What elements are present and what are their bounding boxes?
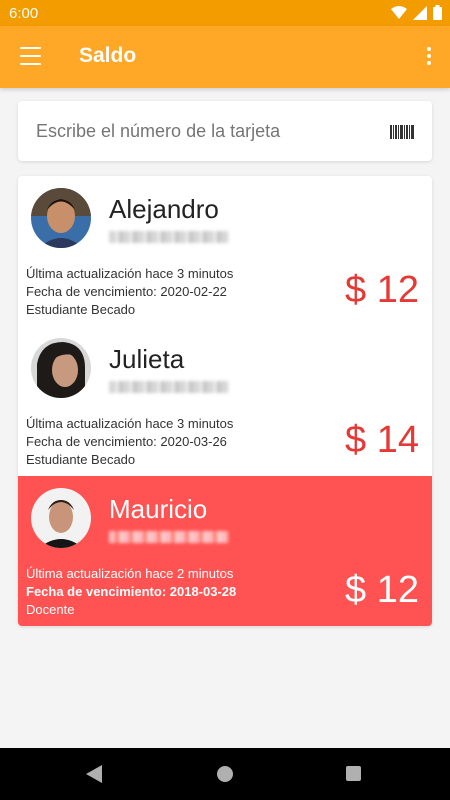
card-number-search[interactable]: Escribe el número de la tarjeta — [18, 101, 432, 161]
search-input[interactable]: Escribe el número de la tarjeta — [36, 121, 280, 142]
card-holder-name: Alejandro — [109, 194, 219, 224]
balance-amount: $ 12 — [345, 569, 419, 611]
blurred-card-number — [109, 531, 229, 543]
home-icon[interactable] — [217, 766, 233, 782]
status-bar: 6:00 — [0, 0, 450, 26]
card-info: Última actualización hace 3 minutos Fech… — [26, 265, 233, 319]
recent-apps-icon[interactable] — [346, 766, 361, 781]
page-title: Saldo — [79, 44, 137, 67]
signal-icon — [413, 5, 427, 20]
more-options-icon[interactable] — [426, 47, 432, 67]
card-holder-name: Mauricio — [109, 494, 208, 524]
balance-card[interactable]: Alejandro Última actualización hace 3 mi… — [18, 176, 432, 326]
card-info: Última actualización hace 3 minutos Fech… — [26, 415, 233, 469]
card-holder-name: Julieta — [109, 344, 185, 374]
last-update-text: Última actualización hace 2 minutos — [26, 566, 234, 581]
balance-card-expired[interactable]: Mauricio Última actualización hace 2 min… — [18, 476, 432, 626]
avatar — [31, 488, 91, 548]
expiry-date-text: Fecha de vencimiento: 2018-03-28 — [26, 584, 237, 599]
holder-role-text: Docente — [26, 602, 75, 617]
navigation-bar — [0, 748, 450, 800]
wifi-icon — [391, 5, 407, 19]
avatar — [31, 338, 91, 398]
barcode-icon[interactable] — [390, 125, 414, 139]
balance-amount: $ 12 — [345, 269, 419, 311]
back-icon[interactable] — [86, 765, 102, 783]
last-update-text: Última actualización hace 3 minutos — [26, 266, 234, 281]
blurred-card-number — [109, 231, 229, 243]
balance-amount: $ 14 — [345, 419, 419, 461]
card-info: Última actualización hace 2 minutos Fech… — [26, 565, 236, 619]
battery-icon — [433, 5, 442, 20]
balance-card[interactable]: Julieta Última actualización hace 3 minu… — [18, 326, 432, 476]
last-update-text: Última actualización hace 3 minutos — [26, 416, 234, 431]
status-time: 6:00 — [9, 5, 39, 22]
holder-role-text: Estudiante Becado — [26, 302, 136, 317]
app-bar: Saldo — [0, 26, 450, 88]
balance-card-list: Alejandro Última actualización hace 3 mi… — [18, 176, 432, 626]
expiry-date-text: Fecha de vencimiento: 2020-03-26 — [26, 434, 227, 449]
blurred-card-number — [109, 381, 229, 393]
status-icons — [391, 5, 442, 20]
holder-role-text: Estudiante Becado — [26, 452, 136, 467]
menu-icon[interactable] — [20, 47, 41, 65]
expiry-date-text: Fecha de vencimiento: 2020-02-22 — [26, 284, 227, 299]
avatar — [31, 188, 91, 248]
